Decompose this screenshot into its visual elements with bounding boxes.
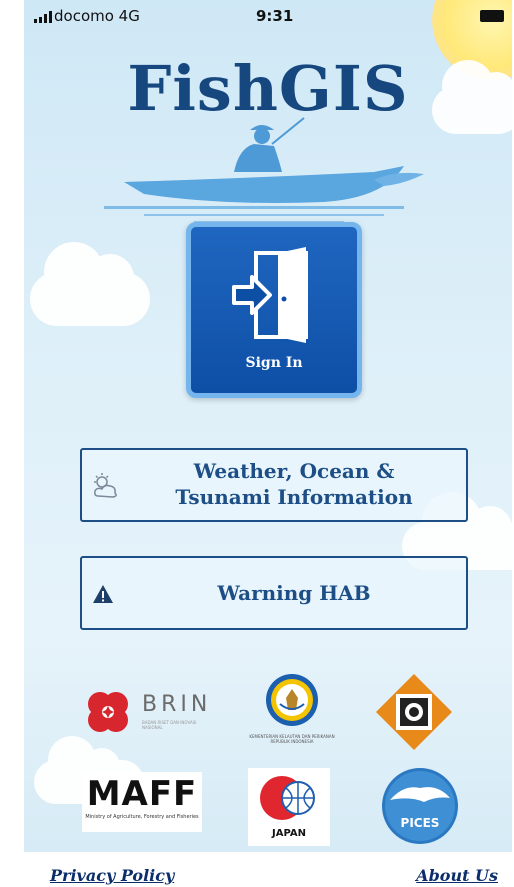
maff-logo: MAFF Ministry of Agriculture, Forestry a… <box>82 772 202 832</box>
pices-wordmark: PICES <box>400 816 440 830</box>
sign-in-label: Sign In <box>245 355 303 371</box>
maff-wordmark: MAFF <box>86 774 198 814</box>
japan-emblem-icon <box>260 776 315 820</box>
pices-logo: PICES <box>380 766 460 846</box>
weather-button-label: Weather, Ocean & Tsunami Information <box>175 459 413 509</box>
japan-oda-logo: JAPAN <box>248 768 330 846</box>
brin-subtitle: BADAN RISET DAN INOVASI NASIONAL <box>142 720 197 730</box>
brin-logo: BRIN BADAN RISET DAN INOVASI NASIONAL <box>82 688 212 738</box>
status-time: 9:31 <box>256 7 294 25</box>
kkp-subtitle: KEMENTERIAN KELAUTAN DAN PERIKANAN REPUB… <box>249 734 335 744</box>
japan-wordmark: JAPAN <box>272 828 306 839</box>
kkp-logo: KEMENTERIAN KELAUTAN DAN PERIKANAN REPUB… <box>240 672 344 758</box>
privacy-policy-link[interactable]: Privacy Policy <box>50 866 174 885</box>
sign-in-button[interactable]: Sign In <box>186 222 362 398</box>
warning-hab-button[interactable]: Warning HAB <box>80 556 468 630</box>
cloud-decoration <box>30 242 150 326</box>
app-screen: docomo 4G 9:31 FishGIS Sign In Weather, … <box>24 0 512 852</box>
weather-ocean-tsunami-button[interactable]: Weather, Ocean & Tsunami Information <box>80 448 468 522</box>
brin-wordmark: BRIN <box>142 692 212 717</box>
carrier-label: docomo 4G <box>54 7 140 25</box>
warning-hab-label: Warning HAB <box>217 581 371 605</box>
sign-in-door-icon <box>232 247 308 343</box>
cloud-sun-icon <box>94 473 117 498</box>
institution-diamond-logo <box>376 674 452 750</box>
signal-icon <box>34 11 52 23</box>
battery-icon <box>480 10 504 22</box>
kkp-emblem-icon <box>266 674 318 726</box>
fishing-boat-illustration <box>104 117 424 223</box>
warning-icon <box>93 585 113 603</box>
brin-emblem-icon <box>88 692 128 732</box>
maff-subtitle: Ministry of Agriculture, Forestry and Fi… <box>85 814 199 820</box>
pices-emblem-icon <box>382 768 458 844</box>
status-bar: docomo 4G 9:31 <box>24 0 512 34</box>
about-us-link[interactable]: About Us <box>416 866 498 885</box>
